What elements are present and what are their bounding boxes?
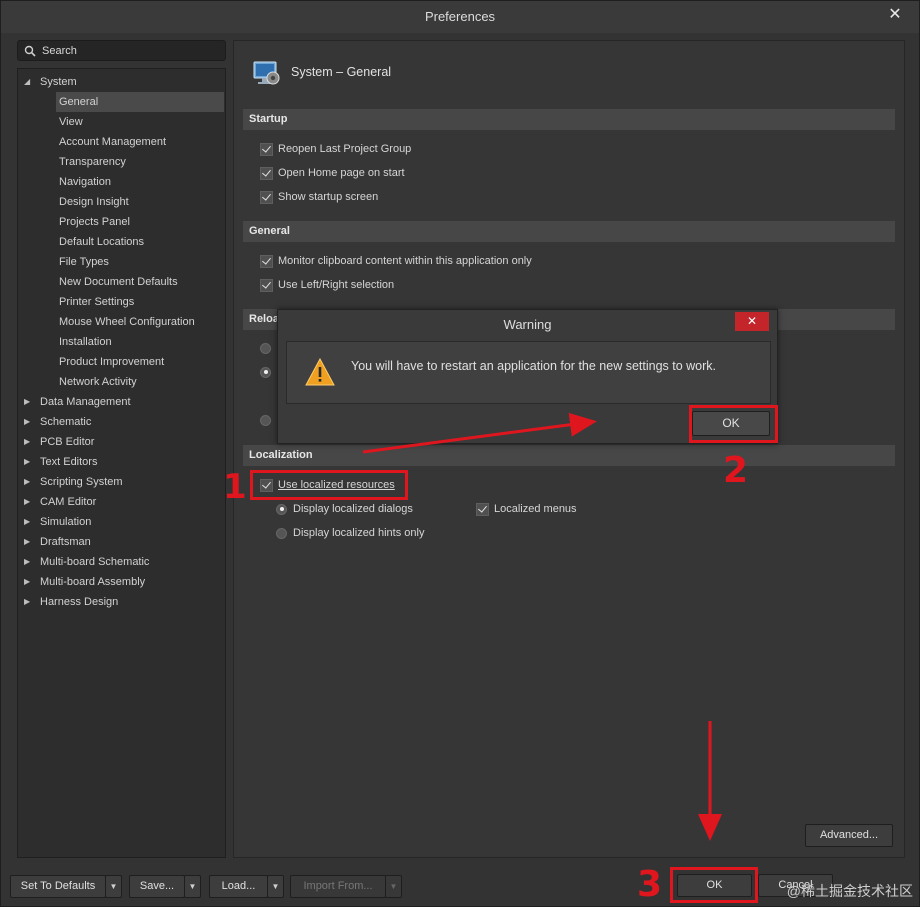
- checkbox-checked-icon: [260, 166, 273, 180]
- warning-title: Warning: [503, 317, 552, 332]
- tree-item-navigation[interactable]: Navigation: [18, 172, 225, 192]
- tree-item-harness-design[interactable]: ▶ Harness Design: [18, 592, 225, 612]
- title-bar: Preferences ✕: [1, 1, 919, 33]
- collapsed-arrow-icon[interactable]: ▶: [24, 512, 34, 532]
- tree-item-pcb-editor[interactable]: ▶ PCB Editor: [18, 432, 225, 452]
- tree-item-printer-settings[interactable]: Printer Settings: [18, 292, 225, 312]
- annotation-step-1: 1: [223, 467, 247, 507]
- tree-item-data-management[interactable]: ▶ Data Management: [18, 392, 225, 412]
- tree-item-simulation[interactable]: ▶ Simulation: [18, 512, 225, 532]
- section-localization: Localization: [243, 445, 895, 466]
- search-input[interactable]: Search: [17, 40, 226, 61]
- checkbox-checked-icon: [260, 190, 273, 204]
- tree-item-multi-board-assembly[interactable]: ▶ Multi-board Assembly: [18, 572, 225, 592]
- tree-item-view[interactable]: View: [18, 112, 225, 132]
- section-general: General: [243, 221, 895, 242]
- tree-item-design-insight[interactable]: Design Insight: [18, 192, 225, 212]
- search-placeholder: Search: [42, 44, 77, 57]
- warning-body: You will have to restart an application …: [286, 341, 771, 404]
- warning-close-icon[interactable]: ✕: [735, 312, 769, 331]
- watermark: @稀土掘金技术社区: [786, 883, 913, 899]
- left-right-selection-checkbox[interactable]: Use Left/Right selection: [260, 277, 394, 293]
- checkbox-checked-icon: [260, 254, 273, 268]
- tree-item-system[interactable]: ◢ System: [18, 72, 225, 92]
- collapsed-arrow-icon[interactable]: ▶: [24, 552, 34, 572]
- display-localized-dialogs-radio[interactable]: Display localized dialogs: [276, 501, 413, 517]
- reload-radio-1[interactable]: [260, 340, 277, 356]
- page-title: System – General: [291, 65, 392, 79]
- tree-item-cam-editor[interactable]: ▶ CAM Editor: [18, 492, 225, 512]
- tree-item-projects-panel[interactable]: Projects Panel: [18, 212, 225, 232]
- reload-radio-2[interactable]: [260, 364, 277, 380]
- advanced-button[interactable]: Advanced...: [805, 824, 893, 847]
- load-button[interactable]: Load...: [209, 875, 268, 898]
- tree-item-file-types[interactable]: File Types: [18, 252, 225, 272]
- tree-item-installation[interactable]: Installation: [18, 332, 225, 352]
- tree-item-network-activity[interactable]: Network Activity: [18, 372, 225, 392]
- tree-item-text-editors[interactable]: ▶ Text Editors: [18, 452, 225, 472]
- set-to-defaults-button[interactable]: Set To Defaults: [10, 875, 106, 898]
- preferences-window: Preferences ✕ Search ◢ System General Vie…: [0, 0, 920, 907]
- collapsed-arrow-icon[interactable]: ▶: [24, 412, 34, 432]
- collapsed-arrow-icon[interactable]: ▶: [24, 592, 34, 612]
- set-defaults-dropdown-icon[interactable]: ▼: [105, 875, 122, 898]
- annotation-box-2: [689, 405, 778, 443]
- checkbox-checked-icon: [260, 142, 273, 156]
- window-title: Preferences: [424, 9, 496, 24]
- tree-item-new-document-defaults[interactable]: New Document Defaults: [18, 272, 225, 292]
- save-dropdown-icon[interactable]: ▼: [184, 875, 201, 898]
- open-home-page-checkbox[interactable]: Open Home page on start: [260, 165, 405, 181]
- annotation-step-3: 3: [637, 864, 663, 905]
- tree-item-scripting-system[interactable]: ▶ Scripting System: [18, 472, 225, 492]
- collapsed-arrow-icon[interactable]: ▶: [24, 472, 34, 492]
- show-startup-screen-checkbox[interactable]: Show startup screen: [260, 189, 378, 205]
- import-from-button[interactable]: Import From...: [290, 875, 386, 898]
- tree-item-default-locations[interactable]: Default Locations: [18, 232, 225, 252]
- localized-menus-checkbox[interactable]: Localized menus: [476, 501, 577, 517]
- search-icon: [24, 45, 36, 57]
- save-button[interactable]: Save...: [129, 875, 185, 898]
- checkbox-checked-icon: [260, 278, 273, 292]
- collapsed-arrow-icon[interactable]: ▶: [24, 392, 34, 412]
- tree-item-multi-board-schematic[interactable]: ▶ Multi-board Schematic: [18, 552, 225, 572]
- collapsed-arrow-icon[interactable]: ▶: [24, 532, 34, 552]
- collapsed-arrow-icon[interactable]: ▶: [24, 452, 34, 472]
- tree-item-transparency[interactable]: Transparency: [18, 152, 225, 172]
- checkbox-checked-icon: [476, 502, 489, 516]
- preferences-tree: ◢ System General View Account Management Tr…: [17, 68, 226, 858]
- tree-item-mouse-wheel-configuration[interactable]: Mouse Wheel Configuration: [18, 312, 225, 332]
- reload-radio-3[interactable]: [260, 412, 277, 428]
- annotation-box-1: [250, 470, 408, 500]
- collapsed-arrow-icon[interactable]: ▶: [24, 432, 34, 452]
- expanded-arrow-icon[interactable]: ◢: [24, 72, 34, 92]
- collapsed-arrow-icon[interactable]: ▶: [24, 572, 34, 592]
- system-settings-icon: [253, 61, 280, 85]
- reopen-last-project-checkbox[interactable]: Reopen Last Project Group: [260, 141, 411, 157]
- monitor-clipboard-checkbox[interactable]: Monitor clipboard content within this ap…: [260, 253, 532, 269]
- annotation-box-3: [670, 867, 758, 903]
- warning-icon: [305, 358, 335, 386]
- close-icon[interactable]: ✕: [885, 1, 905, 33]
- tree-item-general[interactable]: General: [56, 92, 224, 112]
- collapsed-arrow-icon[interactable]: ▶: [24, 492, 34, 512]
- tree-item-draftsman[interactable]: ▶ Draftsman: [18, 532, 225, 552]
- load-dropdown-icon[interactable]: ▼: [267, 875, 284, 898]
- tree-item-product-improvement[interactable]: Product Improvement: [18, 352, 225, 372]
- tree-item-schematic[interactable]: ▶ Schematic: [18, 412, 225, 432]
- display-localized-hints-radio[interactable]: Display localized hints only: [276, 525, 424, 541]
- import-dropdown-icon[interactable]: ▼: [385, 875, 402, 898]
- warning-message: You will have to restart an application …: [351, 359, 717, 373]
- tree-item-account-management[interactable]: Account Management: [18, 132, 225, 152]
- annotation-step-2: 2: [723, 450, 749, 491]
- section-startup: Startup: [243, 109, 895, 130]
